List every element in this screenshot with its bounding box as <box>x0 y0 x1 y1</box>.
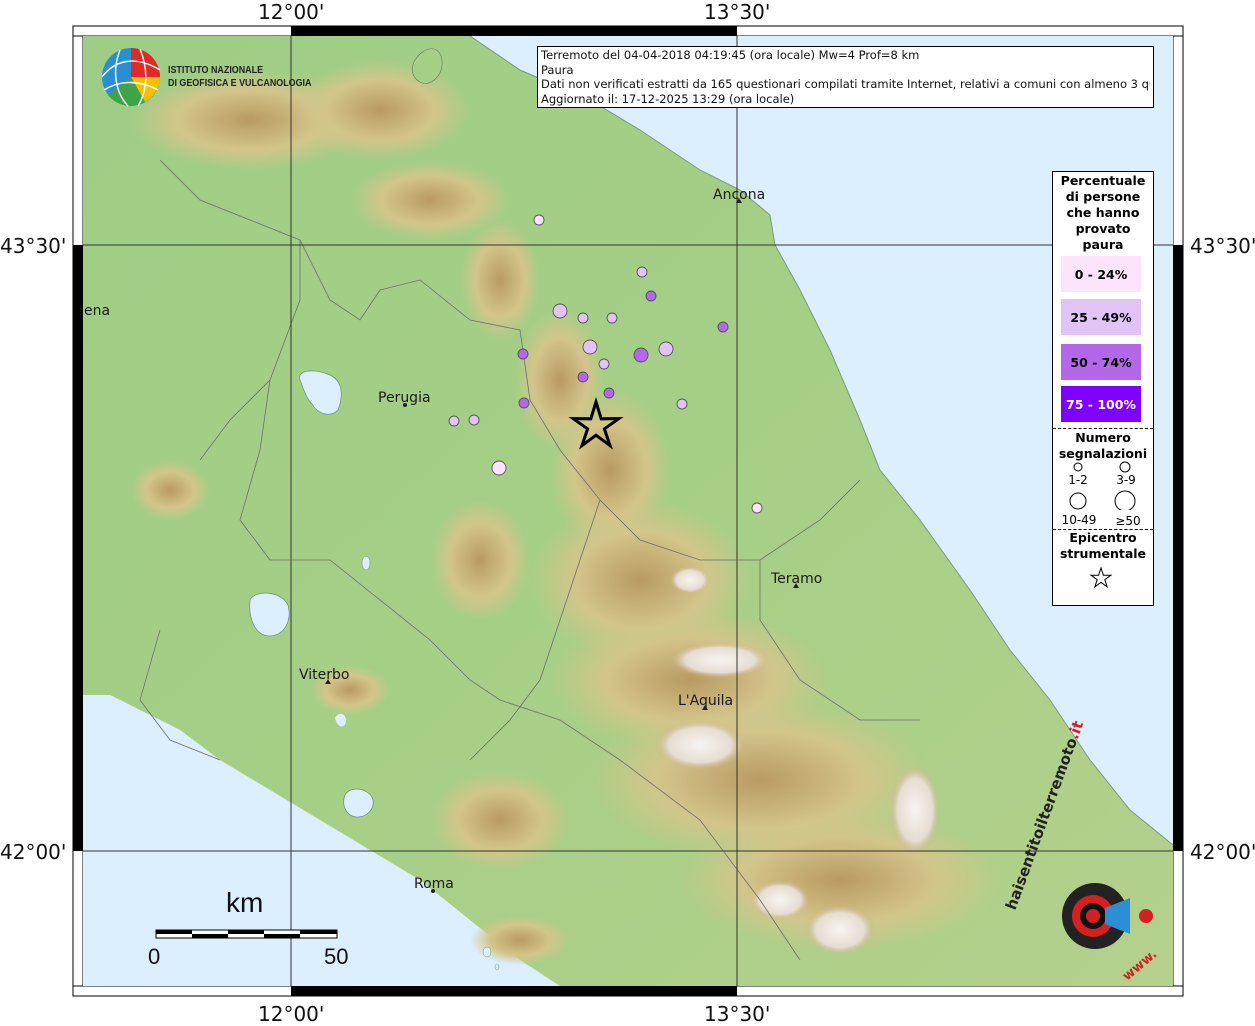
felt-point[interactable] <box>645 290 657 302</box>
felt-point[interactable] <box>552 303 568 319</box>
felt-point[interactable] <box>606 312 618 324</box>
legend-count-50-plus: ≥50 <box>1115 514 1141 528</box>
felt-point[interactable] <box>717 321 729 333</box>
felt-point[interactable] <box>598 358 610 370</box>
lon-label-top-1: 12°00' <box>258 0 325 24</box>
felt-point[interactable] <box>633 347 649 363</box>
event-info-line3: Dati non verificati estratti da 165 ques… <box>541 77 1150 92</box>
legend-epicenter-title-line: strumentale <box>1059 546 1147 561</box>
city-label-viterbo: Viterbo <box>299 667 350 683</box>
felt-point[interactable] <box>517 348 529 360</box>
city-label-ancona: Ancona <box>713 187 766 203</box>
city-label-perugia: Perugia <box>378 390 431 406</box>
ingv-logo-text: ISTITUTO NAZIONALE DI GEOFISICA E VULCAN… <box>168 64 311 90</box>
felt-point[interactable] <box>491 460 507 476</box>
legend-title-line: di persone <box>1065 189 1141 204</box>
felt-point[interactable] <box>577 312 589 324</box>
felt-point[interactable] <box>448 415 460 427</box>
lat-label-left-2: 42°00' <box>0 840 67 864</box>
legend-title-line: provato <box>1075 221 1131 236</box>
legend-title: Percentuale di persone che hanno provato… <box>1053 173 1153 253</box>
city-label-teramo: Teramo <box>771 571 823 587</box>
felt-point[interactable] <box>577 371 589 383</box>
scale-max: 50 <box>324 944 349 969</box>
legend-title-line: paura <box>1082 237 1124 252</box>
city-label-roma: Roma <box>414 876 454 892</box>
event-info-line4: Aggiornato il: 17-12-2025 13:29 (ora loc… <box>541 91 795 106</box>
legend-count-title: Numero segnalazioni <box>1053 430 1153 462</box>
ingv-logo-line1: ISTITUTO NAZIONALE <box>168 64 264 76</box>
legend-count-10-49: 10-49 <box>1061 513 1097 527</box>
map-legend: Percentuale di persone che hanno provato… <box>1052 171 1154 606</box>
felt-point[interactable] <box>468 414 480 426</box>
lat-label-left-1: 43°30' <box>0 234 67 258</box>
legend-star-icon <box>1089 566 1113 588</box>
legend-count-title-line: Numero <box>1075 430 1131 445</box>
lat-label-right-2: 42°00' <box>1190 840 1255 864</box>
felt-point[interactable] <box>582 339 598 355</box>
event-info-box: Terremoto del 04-04-2018 04:19:45 (ora l… <box>537 46 1154 108</box>
felt-point[interactable] <box>676 398 688 410</box>
legend-title-line: che hanno <box>1066 205 1140 220</box>
lon-label-top-2: 13°30' <box>704 0 771 24</box>
legend-title-line: Percentuale <box>1060 173 1146 188</box>
legend-epicenter-title: Epicentro strumentale <box>1053 530 1153 562</box>
legend-class-75-100: 75 - 100% <box>1061 386 1141 422</box>
scale-min: 0 <box>148 944 161 969</box>
felt-point[interactable] <box>518 397 530 409</box>
legend-class-50-74: 50 - 74% <box>1061 344 1141 380</box>
ingv-logo-line2: DI GEOFISICA E VULCANOLOGIA <box>168 77 312 89</box>
lat-label-right-1: 43°30' <box>1190 234 1255 258</box>
city-label-laquila: L'Aquila <box>678 693 734 709</box>
legend-count-3-9: 3-9 <box>1116 473 1136 487</box>
legend-divider <box>1053 428 1153 429</box>
scale-bar <box>155 929 338 939</box>
felt-point[interactable] <box>751 502 763 514</box>
scale-unit: km <box>226 887 264 918</box>
lon-label-bottom-1: 12°00' <box>258 1002 325 1026</box>
legend-count-1-2: 1-2 <box>1068 473 1088 487</box>
lon-label-bottom-2: 13°30' <box>704 1002 771 1026</box>
city-label-siena-partial: ena <box>84 303 111 319</box>
ingv-globe-icon <box>101 48 161 107</box>
felt-point[interactable] <box>533 214 545 226</box>
legend-epicenter-title-line: Epicentro <box>1069 530 1137 545</box>
event-info-line1: Terremoto del 04-04-2018 04:19:45 (ora l… <box>541 48 920 62</box>
felt-point[interactable] <box>658 341 674 357</box>
legend-class-0-24: 0 - 24% <box>1061 256 1141 292</box>
felt-point[interactable] <box>603 387 615 399</box>
felt-point[interactable] <box>636 266 648 278</box>
event-info-line2: Paura <box>541 62 574 77</box>
legend-class-25-49: 25 - 49% <box>1061 299 1141 335</box>
